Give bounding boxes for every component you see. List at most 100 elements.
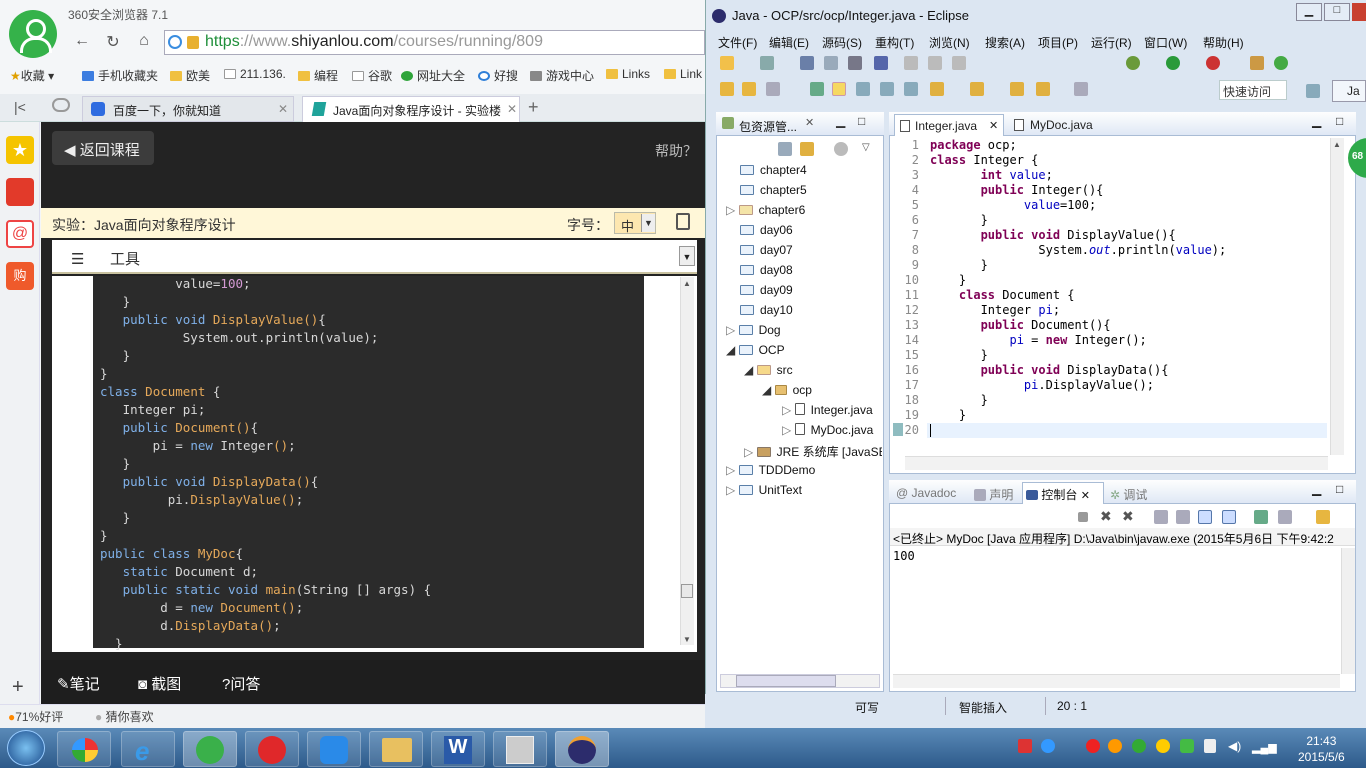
open-type-icon[interactable] [720,82,734,96]
format-icon[interactable] [904,82,918,96]
close-icon[interactable]: ✕ [503,102,518,116]
bookmark-item[interactable]: 编程 [298,67,338,84]
tools-label[interactable]: 工具 [110,248,140,269]
rating-item[interactable]: ●71%好评 [8,708,63,725]
tree-item[interactable]: day08 [740,263,793,277]
next-annotation-icon[interactable] [930,82,944,96]
refresh-icon[interactable]: ↻ [101,32,125,52]
java-perspective-button[interactable]: Ja [1332,80,1366,102]
view-menu-icon[interactable]: ▽ [862,142,870,153]
cloud-icon[interactable] [52,98,70,112]
tree-item[interactable]: ▷ Dog [726,323,781,337]
search-icon[interactable] [766,82,780,96]
terminate-icon[interactable] [952,56,966,70]
block-select-icon[interactable] [856,82,870,96]
editor-tab-mydoc[interactable]: MyDoc.java [1012,118,1093,132]
bookmark-item[interactable]: 手机收藏夹 [82,67,158,84]
tab-javadoc[interactable]: @ Javadoc [896,486,956,500]
display-console-icon[interactable] [1278,510,1292,524]
back-icon[interactable] [1036,82,1050,96]
menu-run[interactable]: 运行(R) [1091,34,1132,51]
shopping-icon[interactable]: 购 [6,262,34,290]
minimize-view-icon[interactable]: ▁ [1312,482,1321,496]
bookmark-item[interactable]: 211.136. [224,67,286,81]
tab-scroll-left-icon[interactable]: |< [14,99,26,115]
terminate-icon[interactable] [1078,512,1088,522]
new-icon[interactable] [720,56,734,70]
tab-baidu[interactable]: 百度一下，你就知道 ✕ [82,96,294,122]
link-icon[interactable] [874,56,888,70]
taskbar-app[interactable]: e [121,731,175,767]
focus-icon[interactable] [834,142,848,156]
tree-item[interactable]: day07 [740,243,793,257]
minimize-view-icon[interactable]: ▁ [1312,114,1321,128]
tree-item[interactable]: ◢ ocp [762,383,812,397]
scroll-thumb[interactable] [736,675,836,687]
bookmark-item[interactable]: Links [606,67,650,81]
taskbar-app[interactable] [555,731,609,767]
mail-icon[interactable]: @ [6,220,34,248]
tree-item[interactable]: ▷ chapter6 [726,203,805,217]
guess-item[interactable]: ● 猜你喜欢 [95,708,154,725]
bookmark-item[interactable]: 好搜 [478,67,518,84]
volume-icon[interactable]: ◀) [1228,739,1241,753]
menu-file[interactable]: 文件(F) [718,34,757,51]
highlight-icon[interactable] [832,82,846,96]
scroll-lock-icon[interactable] [1176,510,1190,524]
menu-navigate[interactable]: 浏览(N) [929,34,970,51]
weibo-icon[interactable] [6,178,34,206]
show-stdout-icon[interactable] [1198,510,1212,524]
show-whitespace-icon[interactable] [880,82,894,96]
vertical-scrollbar[interactable] [1341,548,1355,674]
tree-item[interactable]: ▷ UnitText [726,483,802,497]
save-icon[interactable] [800,56,814,70]
editor-code[interactable]: package ocp; class Integer { int value; p… [930,138,1226,438]
bookmark-item[interactable]: 网址大全 [401,67,465,84]
tray-green-icon[interactable] [1132,739,1146,753]
font-size-select[interactable]: 中 ▼ [614,212,656,234]
tray-music-icon[interactable] [1086,739,1100,753]
tab-console[interactable]: 控制台 ✕ [1026,486,1090,503]
open-perspective-icon[interactable] [1306,84,1320,98]
clear-console-icon[interactable] [1154,510,1168,524]
forward-icon[interactable] [1074,82,1088,96]
pin-console-icon[interactable] [1254,510,1268,524]
scroll-down-icon[interactable]: ▼ [683,635,691,644]
external-tools-icon[interactable] [1206,56,1220,70]
taskbar-app[interactable] [183,731,237,767]
tree-item[interactable]: chapter4 [740,163,807,177]
horizontal-scrollbar[interactable] [893,674,1340,688]
editor-tab-integer[interactable]: Integer.java ✕ [894,114,1004,136]
bookmark-item[interactable]: 谷歌 [352,67,392,84]
new-java-project-icon[interactable] [1250,56,1264,70]
tab-debug[interactable]: ✲ 调试 [1110,486,1147,503]
menu-search[interactable]: 搜索(A) [985,34,1025,51]
menu-window[interactable]: 窗口(W) [1144,34,1187,51]
home-icon[interactable]: ⌂ [132,32,156,52]
taskbar-app[interactable] [493,731,547,767]
menu-help[interactable]: 帮助(H) [1203,34,1244,51]
qa-button[interactable]: ?问答 [222,673,260,694]
notes-button[interactable]: ✎笔记 [57,673,100,694]
menu-source[interactable]: 源码(S) [822,34,862,51]
scroll-thumb[interactable] [681,584,693,598]
prev-annotation-icon[interactable] [970,82,984,96]
document-icon[interactable] [676,213,690,230]
screenshot-button[interactable]: ◙ 截图 [138,673,181,694]
run-icon[interactable] [1166,56,1180,70]
minimize-view-icon[interactable]: ▁ [836,114,845,128]
new-tab-icon[interactable]: + [528,97,539,118]
chevron-down-icon[interactable]: ▼ [641,214,655,232]
tree-item[interactable]: chapter5 [740,183,807,197]
horizontal-scrollbar[interactable] [905,456,1328,470]
new-window-icon[interactable] [760,56,774,70]
taskbar-app[interactable] [369,731,423,767]
maximize-icon[interactable]: □ [1324,3,1350,21]
quick-access-input[interactable]: 快速访问 [1219,80,1287,100]
close-icon[interactable]: ✕ [989,119,998,132]
tab-shiyanlou[interactable]: Java面向对象程序设计 - 实验楼 ✕ [302,96,520,122]
taskbar-clock[interactable]: 21:43 2015/5/6 [1298,733,1345,765]
tree-item[interactable]: ▷ MyDoc.java [782,423,882,437]
tree-item[interactable]: ▷ JRE 系统库 [JavaSE [744,443,882,460]
collapse-all-icon[interactable] [778,142,792,156]
